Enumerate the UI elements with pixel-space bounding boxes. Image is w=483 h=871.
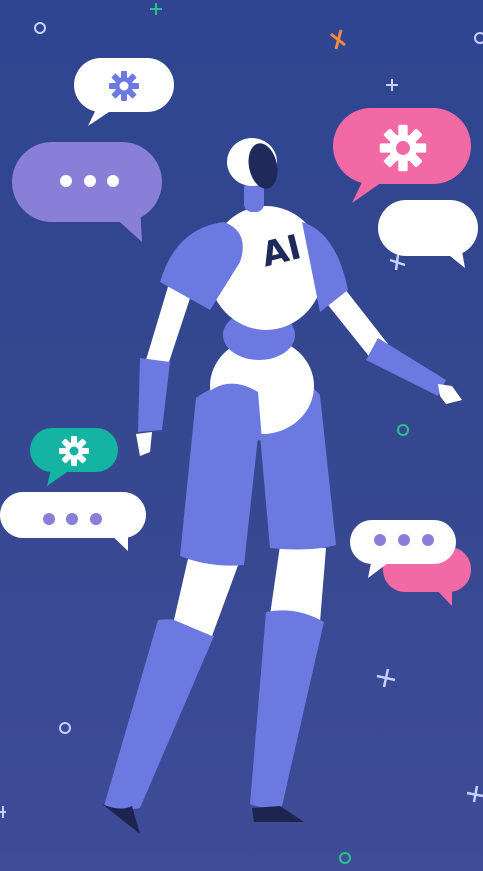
- robot-forearm-left: [138, 358, 170, 432]
- robot-forearm-right: [366, 338, 446, 396]
- ring-decoration: [34, 22, 46, 34]
- plus-decoration: [466, 785, 483, 803]
- robot-shin-left: [104, 619, 214, 810]
- speech-bubble-ellipsis-purple: [12, 142, 162, 242]
- ellipsis-icon: [374, 534, 434, 546]
- ellipsis-icon: [60, 175, 119, 187]
- speech-bubble-gear-teal: [30, 428, 118, 486]
- speech-bubble-ellipsis-white-left: [0, 492, 146, 551]
- ring-decoration: [397, 424, 409, 436]
- gear-icon: [379, 124, 427, 172]
- plus-decoration: [386, 79, 398, 91]
- ring-decoration: [59, 722, 71, 734]
- ring-decoration: [339, 852, 351, 864]
- ellipsis-icon: [43, 513, 102, 525]
- robot-hand-right: [438, 384, 462, 404]
- speech-bubble-empty-white: [378, 200, 478, 268]
- plus-decoration: [0, 806, 6, 818]
- robot-hand-left: [136, 432, 152, 456]
- plus-decoration: [389, 254, 406, 271]
- illustration: AI: [0, 3, 483, 864]
- speech-bubble-gear-pink: [333, 108, 471, 203]
- plus-decoration: [376, 668, 396, 688]
- robot-foot-right: [252, 806, 304, 822]
- speech-bubble-gear-white: [74, 58, 174, 126]
- gear-icon: [59, 436, 89, 466]
- robot-thigh-left-front: [200, 383, 262, 441]
- robot-shin-right: [250, 610, 324, 808]
- plus-decoration: [330, 29, 346, 50]
- plus-decoration: [150, 3, 162, 15]
- ring-decoration: [474, 32, 483, 44]
- gear-icon: [109, 71, 139, 101]
